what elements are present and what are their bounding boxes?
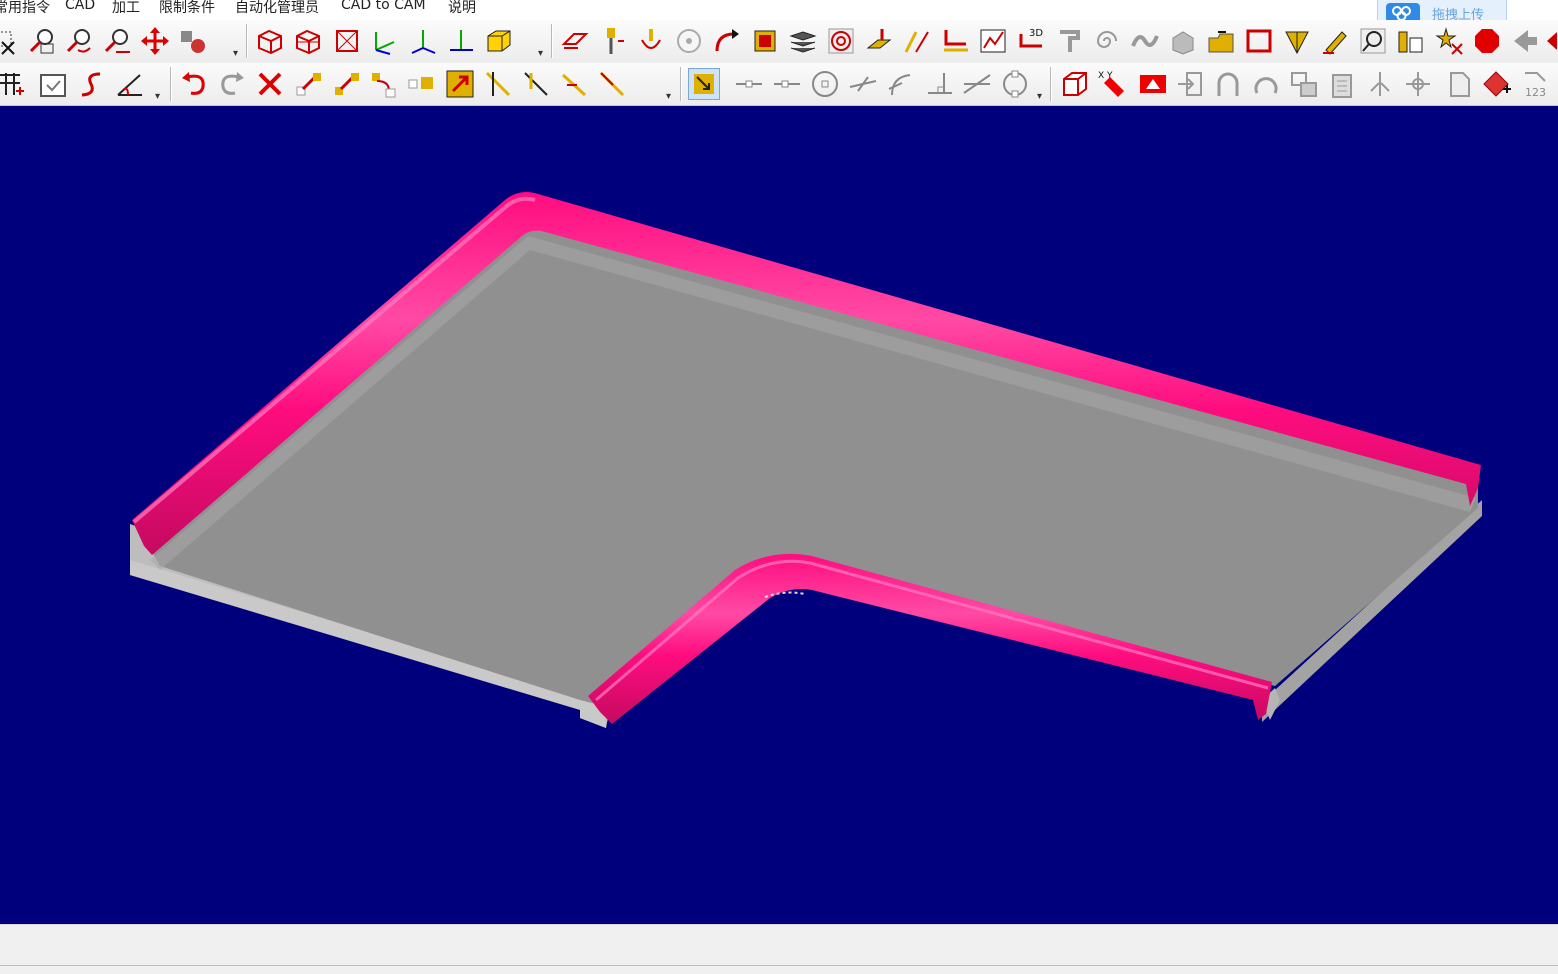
- trim-icon[interactable]: [293, 69, 323, 99]
- rectangle-icon[interactable]: [1244, 26, 1274, 56]
- toolbar-bottom: ▾ ▾ ▾ X Y 123: [0, 63, 1558, 106]
- scale-icon[interactable]: [407, 69, 437, 99]
- chart-icon[interactable]: [978, 26, 1008, 56]
- axis-iso-icon[interactable]: [446, 26, 476, 56]
- toolbar-top: ▾ ▾ 3D: [0, 20, 1558, 62]
- line-a-icon[interactable]: [559, 69, 589, 99]
- box3d-icon[interactable]: [1060, 69, 1090, 99]
- tool-icon[interactable]: [864, 26, 894, 56]
- angle-snap-icon[interactable]: [924, 69, 954, 99]
- rotate-move-icon[interactable]: [369, 69, 399, 99]
- import-icon[interactable]: [1175, 69, 1205, 99]
- perpendicular-icon[interactable]: [848, 69, 878, 99]
- countertop-model: [130, 192, 1482, 728]
- split-icon[interactable]: [521, 69, 551, 99]
- 3d-path-icon[interactable]: 3D: [1016, 26, 1046, 56]
- triangle-icon[interactable]: [1138, 69, 1168, 99]
- xy-tool-icon[interactable]: X Y: [1098, 69, 1128, 99]
- arc-icon[interactable]: [1213, 69, 1243, 99]
- axis-xy-icon[interactable]: [370, 26, 400, 56]
- circle-icon[interactable]: [674, 26, 704, 56]
- origin-icon[interactable]: [1403, 69, 1433, 99]
- front-view-icon[interactable]: [293, 26, 323, 56]
- curve-icon[interactable]: [902, 26, 932, 56]
- octagon-icon[interactable]: [1000, 69, 1030, 99]
- rotate-view-icon[interactable]: [178, 26, 208, 56]
- break-icon[interactable]: [483, 69, 513, 99]
- menu-automation-manager[interactable]: 自动化管理员: [235, 0, 319, 17]
- svg-text:123: 123: [1525, 86, 1546, 99]
- menu-help[interactable]: 说明: [448, 0, 476, 17]
- extend-icon[interactable]: [331, 69, 361, 99]
- snap-icon[interactable]: [688, 68, 720, 100]
- angle-icon[interactable]: [114, 69, 144, 99]
- plunge-icon[interactable]: [636, 26, 666, 56]
- more-tools-icon[interactable]: [1543, 26, 1558, 56]
- solid-box-icon[interactable]: [484, 26, 514, 56]
- offset-icon[interactable]: [940, 26, 970, 56]
- layers-icon[interactable]: [788, 26, 818, 56]
- lathe-icon[interactable]: [1054, 26, 1084, 56]
- cut-icon[interactable]: [750, 26, 780, 56]
- grid-add-icon[interactable]: [0, 69, 26, 99]
- wave-icon[interactable]: [1130, 26, 1160, 56]
- redo-icon[interactable]: [217, 69, 247, 99]
- s-curve-icon[interactable]: [76, 69, 106, 99]
- dash-line-icon[interactable]: [734, 69, 764, 99]
- stack-icon[interactable]: [1168, 26, 1198, 56]
- zoom-previous-icon[interactable]: [64, 26, 94, 56]
- star-icon[interactable]: [1434, 26, 1464, 56]
- zoom-window-icon[interactable]: [0, 26, 24, 56]
- ruler-icon[interactable]: [1396, 26, 1426, 56]
- dash-point-icon[interactable]: [772, 69, 802, 99]
- gear-red-icon[interactable]: [1481, 69, 1511, 99]
- menu-bar: 常用指令 CAD 加工 限制条件 自动化管理员 CAD to CAM 说明: [0, 0, 1558, 20]
- circle-center-icon[interactable]: [810, 69, 840, 99]
- pencil-icon[interactable]: [1320, 26, 1350, 56]
- iso-view-icon[interactable]: [255, 26, 285, 56]
- intersection-icon[interactable]: [962, 69, 992, 99]
- 3d-viewport[interactable]: [0, 106, 1558, 924]
- status-bar: [0, 924, 1558, 974]
- spiral-icon[interactable]: [1092, 26, 1122, 56]
- drill-icon[interactable]: [598, 26, 628, 56]
- menu-cad-to-cam[interactable]: CAD to CAM: [341, 0, 426, 13]
- paste-icon[interactable]: [1327, 69, 1357, 99]
- tangent-icon[interactable]: [886, 69, 916, 99]
- numbering-icon[interactable]: 123: [1519, 69, 1549, 99]
- menu-machining[interactable]: 加工: [112, 0, 140, 17]
- arrow-path-icon[interactable]: [712, 26, 742, 56]
- arrow-icon[interactable]: [1510, 26, 1540, 56]
- pan-icon[interactable]: [140, 26, 170, 56]
- top-view-icon[interactable]: [332, 26, 362, 56]
- calendar-check-icon[interactable]: [38, 69, 68, 99]
- zoom-out-icon[interactable]: [102, 26, 132, 56]
- undo-icon[interactable]: [179, 69, 209, 99]
- mirror-icon[interactable]: [1365, 69, 1395, 99]
- move-icon[interactable]: [445, 69, 475, 99]
- svg-text:3D: 3D: [1029, 28, 1043, 39]
- surface-path-icon[interactable]: [560, 26, 590, 56]
- target-icon[interactable]: [826, 26, 856, 56]
- circle-arrow-icon[interactable]: [1358, 26, 1388, 56]
- line-b-icon[interactable]: [597, 69, 627, 99]
- copy-icon[interactable]: [1289, 69, 1319, 99]
- menu-common-commands[interactable]: 常用指令: [0, 0, 50, 17]
- delete-icon[interactable]: [255, 69, 285, 99]
- folder-icon[interactable]: [1206, 26, 1236, 56]
- doc-icon[interactable]: [1443, 69, 1473, 99]
- menu-constraints[interactable]: 限制条件: [159, 0, 215, 17]
- stop-icon[interactable]: [1472, 26, 1502, 56]
- measure-icon[interactable]: [1282, 26, 1312, 56]
- axis-xyz-icon[interactable]: [408, 26, 438, 56]
- rotate-arc-icon[interactable]: [1251, 69, 1281, 99]
- zoom-fit-icon[interactable]: [27, 26, 57, 56]
- menu-cad[interactable]: CAD: [65, 0, 95, 13]
